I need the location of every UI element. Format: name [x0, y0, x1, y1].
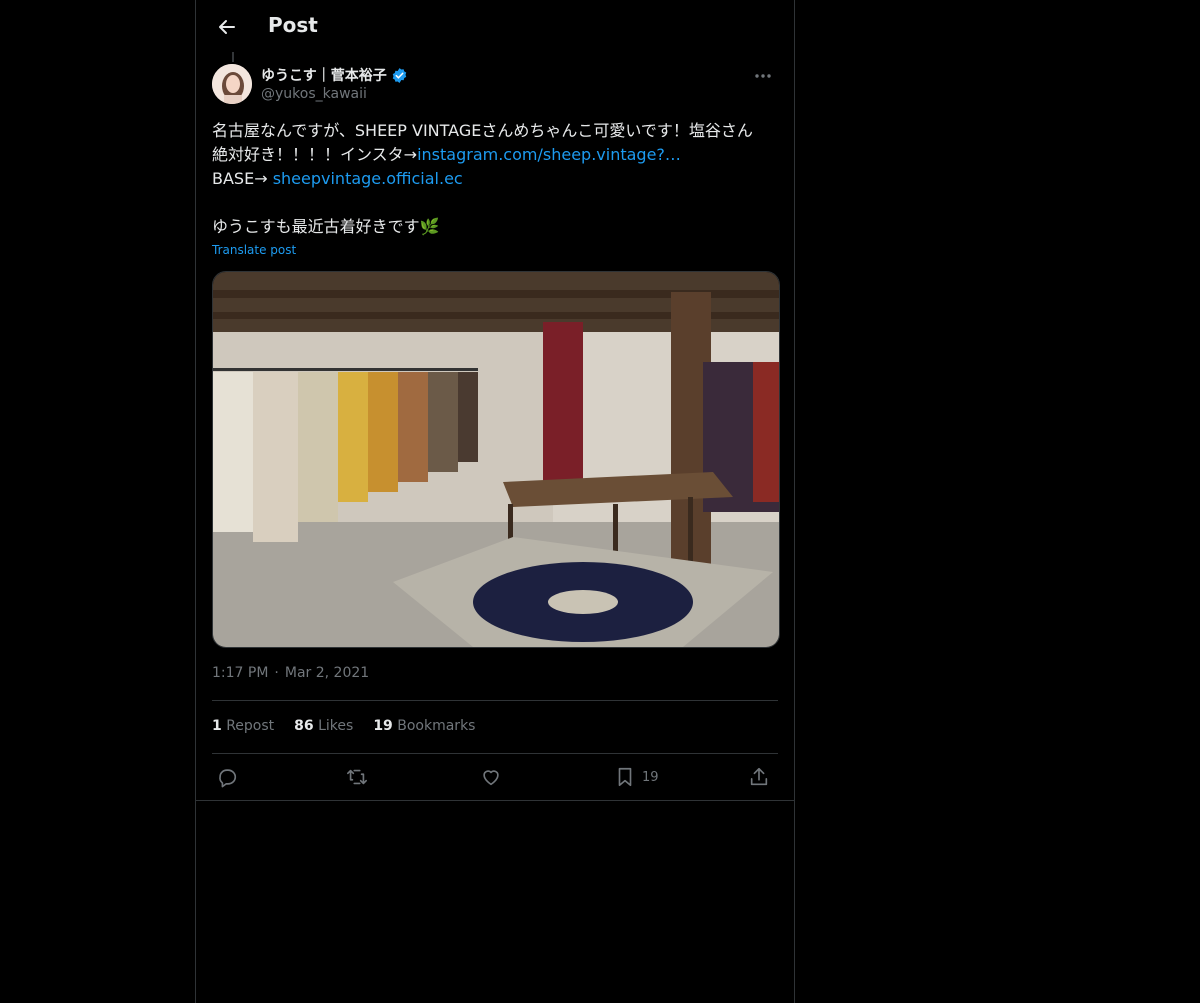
bookmarks-stat[interactable]: 19 Bookmarks	[373, 718, 475, 734]
arrow-left-icon	[217, 17, 237, 37]
thread-connector	[232, 52, 234, 62]
post-time: 1:17 PM	[212, 665, 269, 681]
more-options-button[interactable]	[748, 66, 778, 86]
reposts-label: Repost	[226, 718, 275, 734]
reposts-stat[interactable]: 1 Repost	[212, 718, 274, 734]
post-text-segment: BASE→	[212, 169, 273, 188]
post-author: ゆうこす｜菅本裕子 @yukos_kawaii	[212, 64, 778, 108]
action-bar: 19	[212, 762, 778, 792]
base-shop-link[interactable]: sheepvintage.official.ec	[273, 169, 463, 188]
repost-icon	[346, 766, 368, 788]
post-text-line: ゆうこすも最近古着好きです🌿	[212, 217, 440, 236]
post-text: 名古屋なんですが、SHEEP VINTAGEさんめちゃんこ可愛いです！塩谷さん …	[212, 119, 782, 239]
likes-count: 86	[294, 718, 314, 734]
bookmark-icon	[614, 766, 636, 788]
heart-icon	[480, 766, 502, 788]
post-column: Post ゆうこす｜菅本裕子 @yukos_kawaii 名古屋なんですが、SH…	[195, 0, 795, 1003]
author-display-name[interactable]: ゆうこす｜菅本裕子	[261, 65, 387, 85]
reply-button[interactable]	[216, 762, 238, 792]
post-date: Mar 2, 2021	[284, 665, 370, 681]
share-icon	[748, 766, 770, 788]
post-image[interactable]	[212, 271, 780, 648]
translate-post-link[interactable]: Translate post	[212, 243, 296, 257]
post-text-line: BASE→ sheepvintage.official.ec	[212, 167, 782, 191]
like-button[interactable]	[480, 762, 502, 792]
likes-stat[interactable]: 86 Likes	[294, 718, 353, 734]
bookmark-button[interactable]: 19	[614, 762, 659, 792]
bookmarks-count: 19	[373, 718, 393, 734]
reposts-count: 1	[212, 718, 222, 734]
page-header: Post	[196, 0, 794, 53]
share-button[interactable]	[748, 762, 770, 792]
bookmark-count: 19	[642, 769, 659, 785]
repost-button[interactable]	[346, 762, 368, 792]
author-name-row[interactable]: ゆうこす｜菅本裕子	[261, 65, 408, 85]
back-button[interactable]	[210, 10, 244, 44]
post-text-segment: 絶対好き！！！！インスタ→	[212, 145, 418, 164]
page-title: Post	[268, 13, 318, 37]
post-text-line: 名古屋なんですが、SHEEP VINTAGEさんめちゃんこ可愛いです！塩谷さん	[212, 121, 753, 140]
divider	[212, 700, 778, 701]
instagram-link[interactable]: instagram.com/sheep.vintage?…	[417, 145, 681, 164]
divider	[212, 753, 778, 754]
more-dots-icon	[755, 74, 771, 78]
avatar[interactable]	[212, 64, 252, 104]
reply-icon	[216, 766, 238, 788]
verified-badge-icon	[391, 67, 408, 84]
divider	[196, 800, 794, 801]
likes-label: Likes	[318, 718, 354, 734]
post-text-line: 絶対好き！！！！インスタ→instagram.com/sheep.vintage…	[212, 143, 782, 167]
bookmarks-label: Bookmarks	[397, 718, 476, 734]
author-handle[interactable]: @yukos_kawaii	[261, 86, 367, 102]
timestamp-separator: ·	[274, 665, 279, 681]
post-timestamp[interactable]: 1:17 PM · Mar 2, 2021	[212, 665, 369, 681]
post-stats: 1 Repost 86 Likes 19 Bookmarks	[212, 718, 475, 734]
